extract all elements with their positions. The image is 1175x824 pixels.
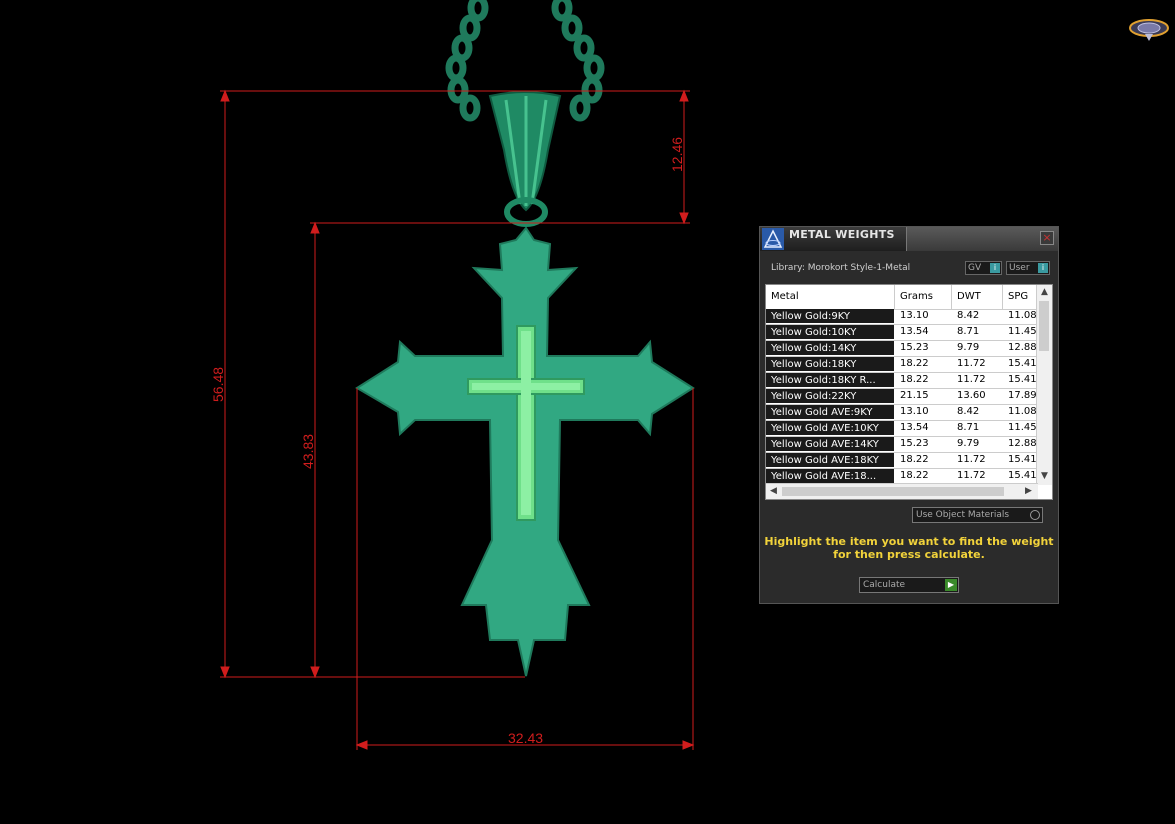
cell-spg: 15.41: [1008, 374, 1037, 385]
bail: [488, 91, 562, 227]
cell-spg: 17.89: [1008, 390, 1037, 401]
cell-grams: 21.15: [900, 390, 929, 401]
cell-metal: Yellow Gold:10KY: [766, 325, 894, 339]
metal-table: Metal Grams DWT SPG Yellow Gold:9KY 13.10…: [765, 284, 1053, 500]
table-row[interactable]: Yellow Gold:22KY 21.15 13.60 17.89: [766, 389, 1038, 405]
cell-grams: 13.54: [900, 326, 929, 337]
horizontal-scroll-thumb[interactable]: [782, 487, 1004, 496]
cell-grams: 18.22: [900, 358, 929, 369]
panel-title-tab: METAL WEIGHTS: [760, 227, 907, 251]
cell-metal: Yellow Gold:9KY: [766, 309, 894, 323]
cell-grams: 13.54: [900, 422, 929, 433]
cell-spg: 15.41: [1008, 454, 1037, 465]
instruction-line-2: for then press calculate.: [833, 548, 985, 561]
vertical-scroll-thumb[interactable]: [1039, 301, 1049, 351]
table-row[interactable]: Yellow Gold:9KY 13.10 8.42 11.08: [766, 309, 1038, 325]
cell-dwt: 8.71: [957, 326, 980, 337]
bail-height-label: 12.46: [669, 137, 685, 172]
overall-height-label: 56.48: [210, 367, 226, 402]
close-icon[interactable]: ×: [1040, 231, 1054, 245]
cell-metal: Yellow Gold AVE:14KY: [766, 437, 894, 451]
info-icon: i: [1038, 263, 1048, 273]
instruction-text: Highlight the item you want to find the …: [760, 535, 1058, 561]
cell-grams: 13.10: [900, 310, 929, 321]
cell-spg: 11.08: [1008, 406, 1037, 417]
cell-grams: 18.22: [900, 454, 929, 465]
play-icon: ▶: [945, 579, 957, 591]
cell-metal: Yellow Gold:14KY: [766, 341, 894, 355]
cell-dwt: 11.72: [957, 470, 986, 481]
cell-metal: Yellow Gold AVE:9KY: [766, 405, 894, 419]
width-label: 32.43: [508, 730, 543, 746]
cell-spg: 12.88: [1008, 342, 1037, 353]
library-label: Library: Morokort Style-1-Metal: [771, 263, 911, 273]
cell-grams: 18.22: [900, 470, 929, 481]
cell-grams: 15.23: [900, 438, 929, 449]
user-select-value: User: [1009, 263, 1030, 273]
cell-dwt: 8.71: [957, 422, 980, 433]
cell-metal: Yellow Gold AVE:18...: [766, 469, 894, 483]
cell-spg: 11.45: [1008, 422, 1037, 433]
metal-weights-panel: METAL WEIGHTS × Library: Morokort Style-…: [759, 226, 1059, 604]
cell-spg: 15.41: [1008, 470, 1037, 481]
cell-grams: 13.10: [900, 406, 929, 417]
table-row[interactable]: Yellow Gold:14KY 15.23 9.79 12.88: [766, 341, 1038, 357]
cell-dwt: 11.72: [957, 358, 986, 369]
gv-select[interactable]: GV i: [965, 261, 1002, 275]
cell-spg: 11.08: [1008, 310, 1037, 321]
calculate-label: Calculate: [863, 580, 906, 590]
cell-metal: Yellow Gold AVE:10KY: [766, 421, 894, 435]
table-row[interactable]: Yellow Gold:10KY 13.54 8.71 11.45: [766, 325, 1038, 341]
table-row[interactable]: Yellow Gold AVE:9KY 13.10 8.42 11.08: [766, 405, 1038, 421]
table-row[interactable]: Yellow Gold:18KY R... 18.22 11.72 15.41: [766, 373, 1038, 389]
column-header-grams[interactable]: Grams: [900, 291, 933, 302]
table-row[interactable]: Yellow Gold:18KY 18.22 11.72 15.41: [766, 357, 1038, 373]
column-header-spg[interactable]: SPG: [1008, 291, 1028, 302]
cell-spg: 15.41: [1008, 358, 1037, 369]
cell-metal: Yellow Gold:18KY R...: [766, 373, 894, 387]
vertical-scrollbar[interactable]: ▲ ▼: [1036, 285, 1052, 485]
info-icon: i: [990, 263, 1000, 273]
calculate-button[interactable]: Calculate ▶: [859, 577, 959, 593]
cell-dwt: 8.42: [957, 406, 980, 417]
cell-metal: Yellow Gold AVE:18KY: [766, 453, 894, 467]
logo-icon: [1129, 19, 1169, 41]
scroll-down-icon[interactable]: ▼: [1037, 471, 1052, 481]
cell-dwt: 11.72: [957, 374, 986, 385]
cell-dwt: 9.79: [957, 438, 980, 449]
cell-metal: Yellow Gold:22KY: [766, 389, 894, 403]
scroll-left-icon[interactable]: ◀: [766, 486, 781, 496]
column-header-metal[interactable]: Metal: [771, 291, 799, 302]
use-object-materials-label: Use Object Materials: [916, 510, 1010, 520]
cross-pendant: [355, 226, 695, 677]
radio-icon: [1030, 510, 1040, 520]
cell-grams: 18.22: [900, 374, 929, 385]
cell-metal: Yellow Gold:18KY: [766, 357, 894, 371]
body-height-label: 43.83: [300, 434, 316, 469]
table-row[interactable]: Yellow Gold AVE:18KY 18.22 11.72 15.41: [766, 453, 1038, 469]
cell-dwt: 11.72: [957, 454, 986, 465]
scroll-up-icon[interactable]: ▲: [1037, 287, 1052, 297]
cell-grams: 15.23: [900, 342, 929, 353]
user-select[interactable]: User i: [1006, 261, 1050, 275]
horizontal-scrollbar[interactable]: ◀ ▶: [766, 483, 1038, 499]
app-icon: [762, 228, 784, 250]
panel-title: METAL WEIGHTS: [789, 228, 895, 241]
cell-dwt: 8.42: [957, 310, 980, 321]
scroll-right-icon[interactable]: ▶: [1021, 486, 1036, 496]
cell-spg: 11.45: [1008, 326, 1037, 337]
instruction-line-1: Highlight the item you want to find the …: [764, 535, 1054, 548]
cell-dwt: 13.60: [957, 390, 986, 401]
table-row[interactable]: Yellow Gold AVE:14KY 15.23 9.79 12.88: [766, 437, 1038, 453]
table-rows: Yellow Gold:9KY 13.10 8.42 11.08 Yellow Gold…: [766, 309, 1038, 485]
column-header-dwt[interactable]: DWT: [957, 291, 981, 302]
table-row[interactable]: Yellow Gold AVE:10KY 13.54 8.71 11.45: [766, 421, 1038, 437]
cell-spg: 12.88: [1008, 438, 1037, 449]
table-header: Metal Grams DWT SPG: [766, 285, 1038, 310]
gv-select-value: GV: [968, 263, 982, 273]
cell-dwt: 9.79: [957, 342, 980, 353]
use-object-materials-toggle[interactable]: Use Object Materials: [912, 507, 1043, 523]
